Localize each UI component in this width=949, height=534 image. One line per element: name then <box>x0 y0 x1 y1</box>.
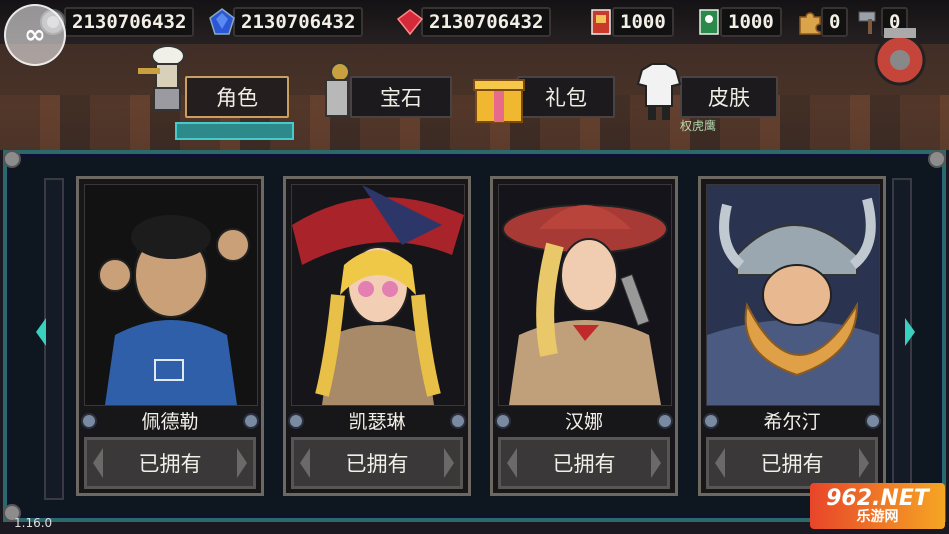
character-card[interactable]: 凯瑟琳 已拥有 <box>283 176 471 496</box>
panel-corner-rivet <box>3 150 21 168</box>
tab-skin[interactable]: 皮肤 <box>680 76 778 118</box>
character-card[interactable]: 汉娜 已拥有 <box>490 176 678 496</box>
character-portrait-image <box>499 185 671 405</box>
character-tab-icon <box>138 45 185 111</box>
red-ticket-icon <box>591 9 611 35</box>
character-portrait <box>84 184 258 406</box>
hammer-icon <box>858 11 876 34</box>
panel-corner-rivet <box>928 150 946 168</box>
watermark-site-name: 乐游网 <box>856 509 899 525</box>
ruby-count: 2130706432 <box>421 7 552 37</box>
character-name: 汉娜 <box>564 411 603 433</box>
owned-button[interactable]: 已拥有 <box>84 437 256 489</box>
site-watermark: 962.NET 乐游网 <box>810 483 945 529</box>
ruby-icon <box>396 9 424 36</box>
ruby-resource: 2130706432 <box>395 7 552 37</box>
character-portrait <box>498 184 672 406</box>
sapphire-icon <box>209 8 235 35</box>
tab-gem-label: 宝石 <box>380 86 422 110</box>
tab-character[interactable]: 角色 <box>185 76 289 118</box>
red-ticket-resource: 1000 <box>586 7 674 37</box>
character-card[interactable]: 希尔汀 已拥有 <box>698 176 886 496</box>
app-logo-button[interactable]: ∞ <box>4 4 66 66</box>
puzzle-resource: 0 <box>795 7 849 37</box>
sapphire-count: 2130706432 <box>233 7 364 37</box>
skin-sublabel: 权虎鹰 <box>680 119 717 133</box>
active-tab-indicator <box>175 122 294 140</box>
character-portrait <box>291 184 465 406</box>
owned-button[interactable]: 已拥有 <box>498 437 670 489</box>
logo-glyph-icon: ∞ <box>24 20 46 50</box>
green-ticket-resource: 1000 <box>694 7 782 37</box>
owned-button[interactable]: 已拥有 <box>706 437 878 489</box>
coin-count: 2130706432 <box>64 7 195 37</box>
character-portrait-image <box>292 185 464 405</box>
scroll-right-arrow-icon[interactable] <box>905 318 915 346</box>
character-name: 凯瑟琳 <box>348 411 406 433</box>
puzzle-piece-icon <box>799 12 821 35</box>
character-name: 佩德勒 <box>141 411 199 433</box>
tab-bundle-label: 礼包 <box>545 86 587 110</box>
character-portrait <box>706 184 880 406</box>
character-card[interactable]: 佩德勒 已拥有 <box>76 176 264 496</box>
tab-character-label: 角色 <box>216 86 258 110</box>
puzzle-count: 0 <box>821 7 849 37</box>
character-name: 希尔汀 <box>763 411 821 433</box>
watermark-domain: 962.NET <box>826 486 929 511</box>
gift-box-icon <box>473 79 525 123</box>
tab-gem[interactable]: 宝石 <box>350 76 452 118</box>
version-label: 1.16.0 <box>14 516 53 530</box>
character-portrait-image <box>707 185 879 405</box>
green-ticket-icon <box>699 9 719 35</box>
sapphire-resource: 2130706432 <box>207 7 364 37</box>
character-portrait-image <box>85 185 257 405</box>
gem-tab-icon <box>325 62 350 117</box>
owned-button[interactable]: 已拥有 <box>291 437 463 489</box>
tab-bundle[interactable]: 礼包 <box>517 76 615 118</box>
tab-skin-label: 皮肤 <box>708 86 750 110</box>
scroll-left-arrow-icon[interactable] <box>36 318 46 346</box>
red-ticket-count: 1000 <box>612 7 674 37</box>
previous-card-edge <box>44 178 64 500</box>
shirt-skin-icon <box>636 63 682 120</box>
green-ticket-count: 1000 <box>720 7 782 37</box>
